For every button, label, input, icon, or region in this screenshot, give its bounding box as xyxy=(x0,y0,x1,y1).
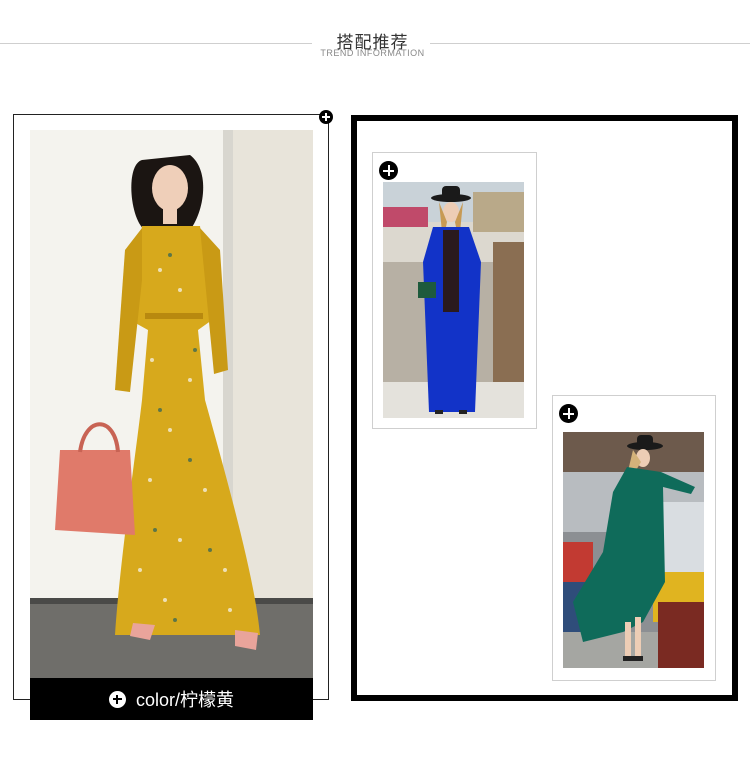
plus-circle-icon[interactable] xyxy=(319,110,333,124)
model-blue-coat-illustration xyxy=(383,182,524,418)
header-divider-left xyxy=(0,43,312,44)
plus-circle-icon[interactable] xyxy=(379,161,398,180)
section-subtitle: TREND INFORMATION xyxy=(320,48,425,58)
main-product-photo[interactable] xyxy=(30,130,313,680)
plus-circle-icon[interactable] xyxy=(559,404,578,423)
plus-circle-icon xyxy=(108,690,126,708)
color-label: color/柠檬黄 xyxy=(135,690,234,710)
model-green-coat-illustration xyxy=(563,432,704,668)
look-photo-green-coat[interactable] xyxy=(563,432,704,668)
header-divider-right xyxy=(430,43,750,44)
model-yellow-dress-illustration xyxy=(30,130,313,680)
color-label-bar[interactable]: color/柠檬黄 xyxy=(30,678,313,720)
look-photo-blue-coat[interactable] xyxy=(383,182,524,418)
